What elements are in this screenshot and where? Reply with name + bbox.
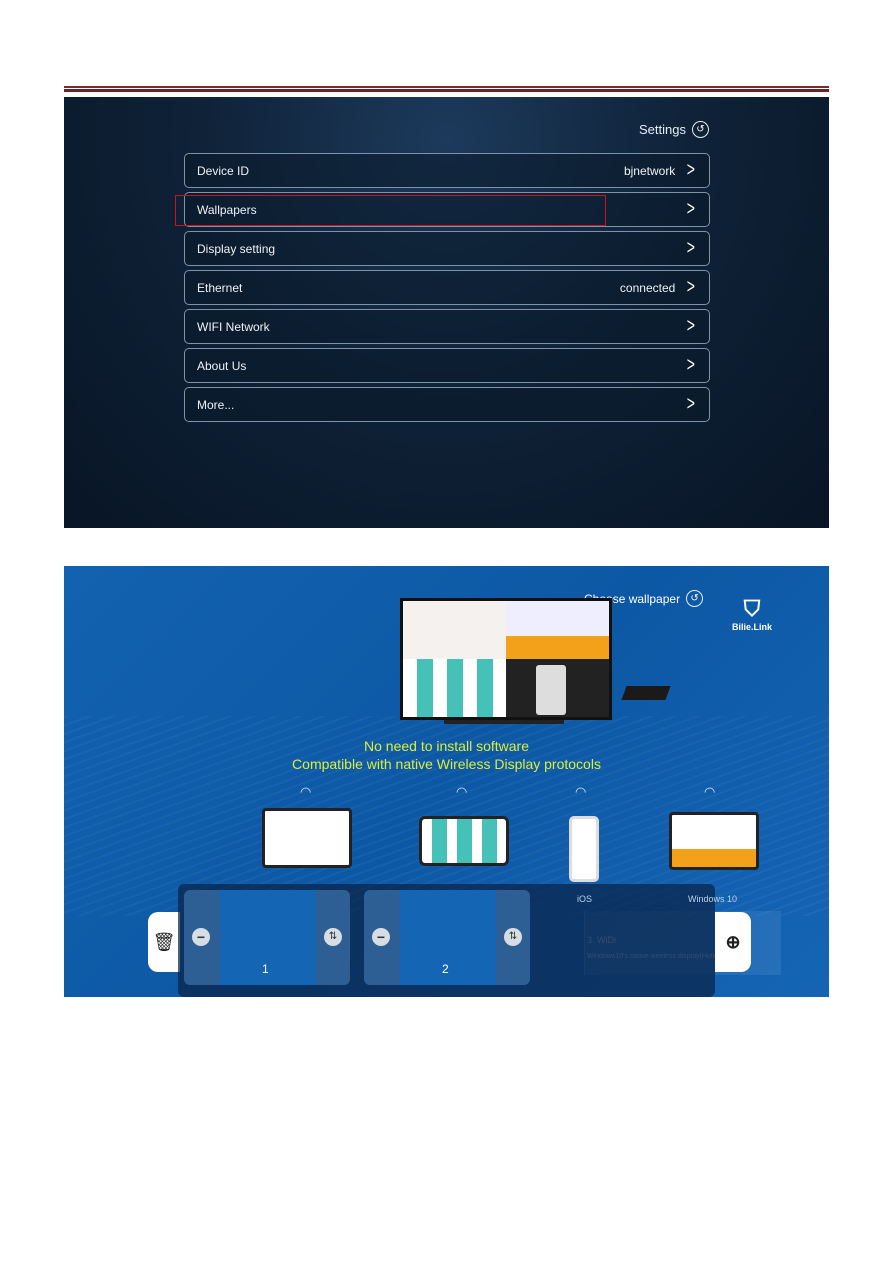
row-value: bjnetwork bbox=[623, 163, 676, 178]
wifi-icon: ◠ bbox=[300, 784, 312, 799]
tablet-illustration bbox=[419, 816, 509, 866]
add-wallpaper-button[interactable]: ⊕ bbox=[715, 912, 751, 972]
slogan-line-1: No need to install software bbox=[364, 738, 529, 754]
wallpapers-highlight-box bbox=[175, 195, 606, 226]
trash-icon: 🗑 bbox=[152, 931, 176, 952]
chevron-right-icon: > bbox=[687, 315, 696, 337]
header-rule-thick bbox=[64, 89, 829, 92]
remove-icon[interactable]: − bbox=[372, 928, 390, 946]
tv-stand bbox=[444, 720, 564, 724]
settings-row-more[interactable]: More... > bbox=[184, 387, 710, 422]
device-label-ios: iOS bbox=[577, 894, 593, 904]
delete-wallpaper-button[interactable]: 🗑 bbox=[148, 912, 180, 972]
row-label: Ethernet bbox=[197, 280, 243, 295]
wifi-icon: ◠ bbox=[456, 784, 468, 799]
back-icon[interactable]: ↺ bbox=[692, 121, 709, 138]
settings-row-ethernet[interactable]: Ethernet connected > bbox=[184, 270, 710, 305]
chevron-right-icon: > bbox=[687, 198, 696, 220]
reorder-icon[interactable]: ⇅ bbox=[324, 928, 342, 946]
row-value: connected bbox=[619, 280, 676, 295]
wallpaper-card[interactable]: − ⇅ 2 bbox=[364, 890, 530, 985]
brand-logo: ⛉ Bilie.Link bbox=[732, 596, 773, 632]
header-rule bbox=[64, 86, 829, 88]
phone-illustration bbox=[569, 816, 599, 882]
wifi-icon: ◠ bbox=[704, 784, 716, 799]
settings-screen: Settings ↺ Device ID bjnetwork > Wallpapers… bbox=[64, 97, 829, 528]
back-icon[interactable]: ↺ bbox=[686, 590, 704, 607]
chevron-right-icon: > bbox=[687, 237, 696, 259]
row-label: WIFI Network bbox=[197, 319, 270, 334]
settings-row-display-setting[interactable]: Display setting > bbox=[184, 231, 710, 266]
device-label-windows: Windows 10 bbox=[688, 894, 738, 904]
wallpaper-number: 1 bbox=[262, 962, 269, 976]
router-illustration bbox=[621, 686, 671, 700]
slogan-line-2: Compatible with native Wireless Display … bbox=[292, 756, 601, 772]
remove-icon[interactable]: − bbox=[192, 928, 210, 946]
row-label: Display setting bbox=[197, 241, 276, 256]
wallpaper-screen: Choose wallpaper ↺ ⛉ Bilie.Link No need t… bbox=[64, 566, 829, 997]
tv-illustration bbox=[400, 598, 612, 720]
chevron-right-icon: > bbox=[687, 393, 696, 415]
row-label: About Us bbox=[197, 358, 247, 373]
wallpaper-number: 2 bbox=[442, 962, 449, 976]
settings-row-wifi-network[interactable]: WIFI Network > bbox=[184, 309, 710, 344]
row-label: Device ID bbox=[197, 163, 250, 178]
wifi-icon: ◠ bbox=[575, 784, 587, 799]
settings-header: Settings ↺ bbox=[639, 121, 709, 138]
chevron-right-icon: > bbox=[687, 276, 696, 298]
monitor-illustration bbox=[262, 808, 352, 868]
chevron-right-icon: > bbox=[687, 159, 696, 181]
reorder-icon[interactable]: ⇅ bbox=[504, 928, 522, 946]
wallpaper-picker-panel: − ⇅ 1 − ⇅ 2 bbox=[178, 884, 715, 997]
wallpaper-card[interactable]: − ⇅ 1 bbox=[184, 890, 350, 985]
settings-row-about-us[interactable]: About Us > bbox=[184, 348, 710, 383]
settings-row-device-id[interactable]: Device ID bjnetwork > bbox=[184, 153, 710, 188]
row-label: More... bbox=[197, 397, 235, 412]
add-file-icon: ⊕ bbox=[725, 931, 741, 952]
laptop-illustration bbox=[669, 812, 759, 870]
settings-title: Settings bbox=[639, 122, 686, 137]
chevron-right-icon: > bbox=[687, 354, 696, 376]
